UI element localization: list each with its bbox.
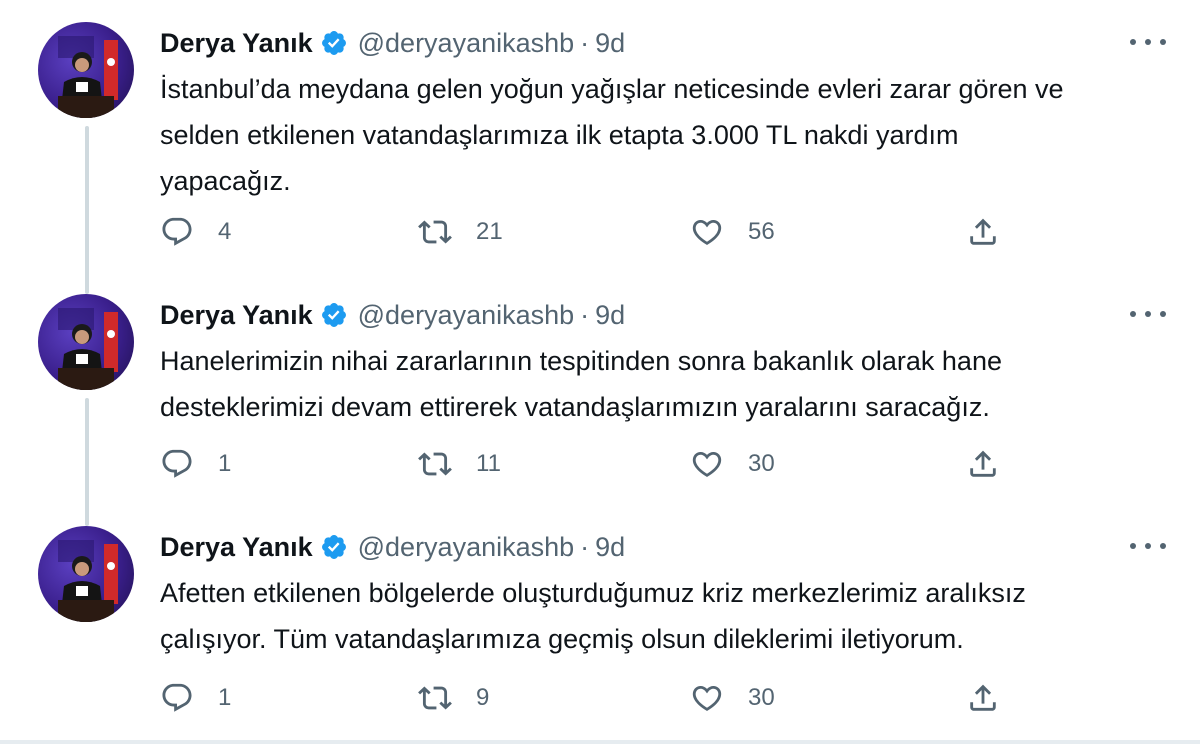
share-button[interactable] — [966, 212, 1000, 252]
tweet-text-line: çalışıyor. Tüm vatandaşlarımıza geçmiş o… — [160, 624, 964, 654]
more-options-icon[interactable] — [1130, 534, 1166, 558]
tweet-actions: 1 9 30 — [0, 678, 1200, 718]
like-count: 30 — [748, 684, 775, 711]
reply-count: 4 — [218, 218, 232, 245]
tweet-text: Afetten etkilenen bölgelerde oluşturduğu… — [160, 570, 1160, 662]
avatar[interactable] — [38, 526, 134, 622]
reply-icon — [162, 683, 192, 712]
tweet[interactable]: Derya Yanık @deryayanikashb · 9d İstanbu… — [0, 0, 1200, 246]
author-name[interactable]: Derya Yanık — [160, 532, 313, 563]
tweet-text: Hanelerimizin nihai zararlarının tespiti… — [160, 338, 1160, 430]
retweet-button[interactable]: 21 — [418, 212, 503, 252]
retweet-button[interactable]: 11 — [418, 444, 501, 484]
share-icon — [970, 684, 996, 711]
reply-count: 1 — [218, 684, 232, 711]
share-icon — [970, 450, 996, 477]
share-button[interactable] — [966, 444, 1000, 484]
author-name[interactable]: Derya Yanık — [160, 28, 313, 59]
reply-icon — [162, 217, 192, 246]
tweet-header: Derya Yanık @deryayanikashb · 9d — [160, 26, 625, 60]
tweet-actions: 1 11 30 — [0, 444, 1200, 484]
tweet-text-line: selden etkilenen vatandaşlarımıza ilk et… — [160, 120, 959, 150]
author-handle[interactable]: @deryayanikashb — [358, 300, 575, 331]
retweet-button[interactable]: 9 — [418, 678, 489, 718]
like-button[interactable]: 30 — [690, 444, 775, 484]
heart-icon — [692, 451, 722, 477]
avatar-photo — [58, 540, 118, 622]
like-count: 56 — [748, 218, 775, 245]
more-options-icon[interactable] — [1130, 302, 1166, 326]
tweet-text-line: İstanbul’da meydana gelen yoğun yağışlar… — [160, 74, 1064, 104]
verified-badge-icon — [320, 29, 348, 57]
like-count: 30 — [748, 450, 775, 477]
retweet-icon — [418, 686, 452, 710]
author-name[interactable]: Derya Yanık — [160, 300, 313, 331]
separator-dot: · — [580, 531, 590, 562]
tweet-text-line: desteklerimizi devam ettirerek vatandaşl… — [160, 392, 990, 422]
separator-dot: · — [580, 299, 590, 330]
separator-dot: · — [580, 27, 590, 58]
timestamp[interactable]: 9d — [595, 28, 625, 59]
retweet-icon — [418, 452, 452, 476]
bottom-divider — [0, 740, 1200, 744]
retweet-count: 21 — [476, 218, 503, 245]
share-button[interactable] — [966, 678, 1000, 718]
tweet-text-line: yapacağız. — [160, 166, 291, 196]
tweet-text-line: Afetten etkilenen bölgelerde oluşturduğu… — [160, 578, 1026, 608]
tweet-header: Derya Yanık @deryayanikashb · 9d — [160, 530, 625, 564]
tweet-header: Derya Yanık @deryayanikashb · 9d — [160, 298, 625, 332]
share-icon — [970, 218, 996, 245]
heart-icon — [692, 685, 722, 711]
like-button[interactable]: 56 — [690, 212, 775, 252]
tweet-text-line: Hanelerimizin nihai zararlarının tespiti… — [160, 346, 1002, 376]
reply-button[interactable]: 4 — [160, 212, 231, 252]
avatar-photo — [58, 36, 118, 118]
tweet[interactable]: Derya Yanık @deryayanikashb · 9d Haneler… — [0, 272, 1200, 508]
like-button[interactable]: 30 — [690, 678, 775, 718]
avatar[interactable] — [38, 22, 134, 118]
author-handle[interactable]: @deryayanikashb — [358, 28, 575, 59]
retweet-count: 9 — [476, 684, 490, 711]
reply-button[interactable]: 1 — [160, 678, 231, 718]
author-handle[interactable]: @deryayanikashb — [358, 532, 575, 563]
timestamp[interactable]: 9d — [595, 300, 625, 331]
retweet-count: 11 — [476, 450, 501, 477]
retweet-icon — [418, 220, 452, 244]
verified-badge-icon — [320, 533, 348, 561]
timestamp[interactable]: 9d — [595, 532, 625, 563]
verified-badge-icon — [320, 301, 348, 329]
avatar[interactable] — [38, 294, 134, 390]
tweet-text: İstanbul’da meydana gelen yoğun yağışlar… — [160, 66, 1160, 204]
reply-count: 1 — [218, 450, 232, 477]
tweet-actions: 4 21 56 — [0, 212, 1200, 252]
heart-icon — [692, 219, 722, 245]
reply-button[interactable]: 1 — [160, 444, 231, 484]
avatar-photo — [58, 308, 118, 390]
reply-icon — [162, 449, 192, 478]
tweet[interactable]: Derya Yanık @deryayanikashb · 9d Afetten… — [0, 504, 1200, 740]
more-options-icon[interactable] — [1130, 30, 1166, 54]
